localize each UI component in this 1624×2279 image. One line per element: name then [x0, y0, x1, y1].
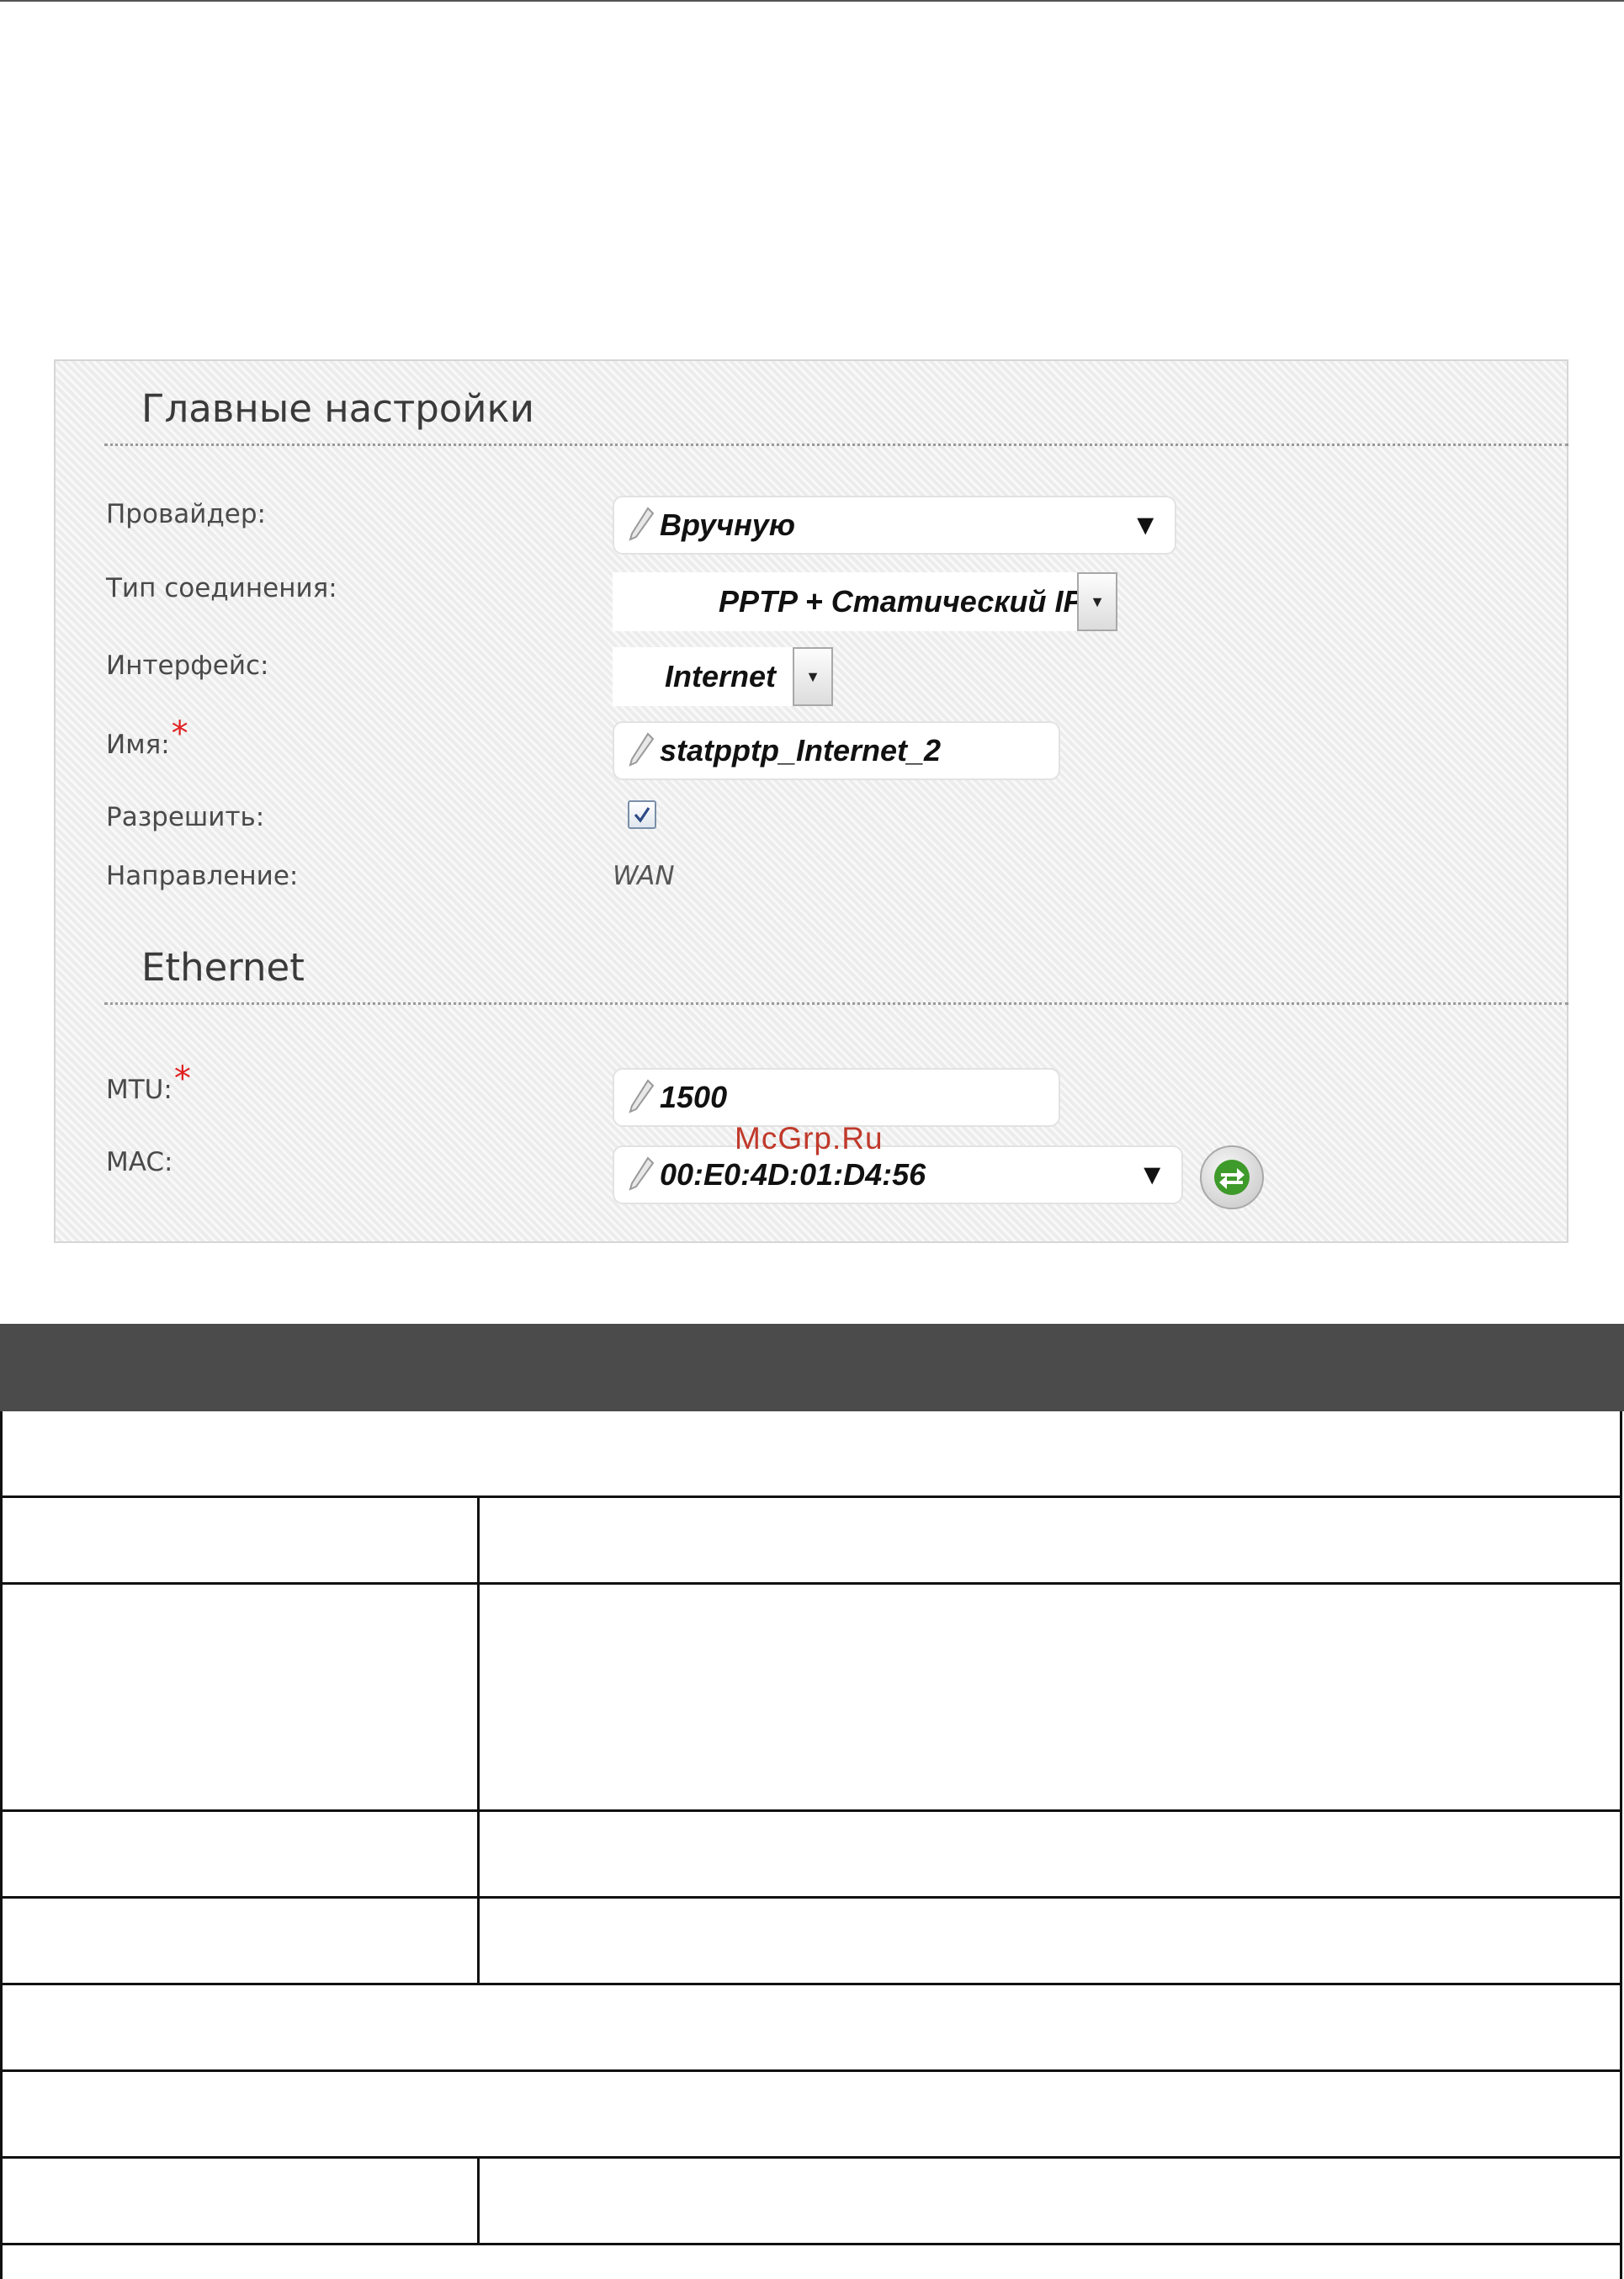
required-mark: * [171, 715, 188, 753]
settings-panel: Главные настройки Провайдер: Вручную ▼ Т… [54, 359, 1568, 1243]
table-row [3, 1812, 1620, 1899]
name-label: Имя:* [106, 715, 188, 762]
connection-type-select[interactable]: PPTP + Статический IP ▼ [613, 572, 1117, 631]
enable-checkbox[interactable] [628, 800, 656, 829]
name-label-text: Имя: [106, 730, 170, 760]
refresh-mac-icon [1214, 1160, 1250, 1195]
direction-label: Направление: [106, 861, 299, 891]
mac-label: MAC: [106, 1147, 173, 1177]
provider-label: Провайдер: [106, 499, 266, 529]
required-mark: * [173, 1060, 191, 1098]
mac-select[interactable]: 00:E0:4D:01:D4:56 ▼ [613, 1145, 1183, 1204]
mtu-label-text: MTU: [106, 1075, 172, 1105]
dropdown-arrow-icon: ▼ [1131, 509, 1160, 541]
direction-value: WAN [613, 861, 675, 891]
top-rule [0, 0, 1624, 2]
dropdown-arrow-icon: ▼ [1138, 1159, 1166, 1191]
section-title-ethernet: Ethernet [141, 945, 305, 990]
table-body [0, 1411, 1622, 2279]
mtu-label: MTU:* [106, 1060, 191, 1107]
watermark: McGrp.Ru [735, 1121, 884, 1155]
provider-select[interactable]: Вручную ▼ [613, 496, 1176, 555]
column-divider [477, 2159, 480, 2245]
pencil-icon [629, 1156, 655, 1191]
interface-value: Internet [665, 659, 777, 693]
provider-value: Вручную [660, 507, 795, 542]
interface-select[interactable]: Internet ▼ [613, 647, 833, 706]
mtu-value: 1500 [660, 1080, 728, 1114]
interface-label: Интерфейс: [106, 651, 269, 681]
mac-value: 00:E0:4D:01:D4:56 [660, 1157, 926, 1192]
pencil-icon [629, 1079, 655, 1113]
connection-type-label: Тип соединения: [106, 573, 337, 603]
table-row [3, 1498, 1620, 1585]
mtu-input[interactable]: 1500 [613, 1068, 1060, 1127]
section-divider [104, 1002, 1568, 1005]
table-section-row [3, 2072, 1620, 2159]
table-header [0, 1324, 1624, 1411]
section-divider [104, 444, 1568, 446]
enable-label: Разрешить: [106, 802, 265, 832]
table-row [3, 1899, 1620, 1985]
name-value: statpptp_Internet_2 [660, 733, 942, 768]
table-section-row [3, 1411, 1620, 1498]
table-row [3, 1985, 1620, 2072]
name-input[interactable]: statpptp_Internet_2 [613, 721, 1060, 780]
pencil-icon [629, 507, 655, 541]
section-title-main: Главные настройки [141, 386, 534, 431]
connection-type-value: PPTP + Статический IP [719, 584, 1084, 619]
dropdown-arrow-icon[interactable]: ▼ [1077, 572, 1117, 631]
checkmark-icon [634, 807, 650, 823]
dropdown-arrow-icon[interactable]: ▼ [793, 647, 833, 706]
refresh-mac-button[interactable] [1200, 1145, 1264, 1209]
pencil-icon [629, 732, 655, 767]
table-row [3, 1585, 1620, 1812]
column-divider [477, 1498, 480, 1985]
table-row [3, 2159, 1620, 2245]
